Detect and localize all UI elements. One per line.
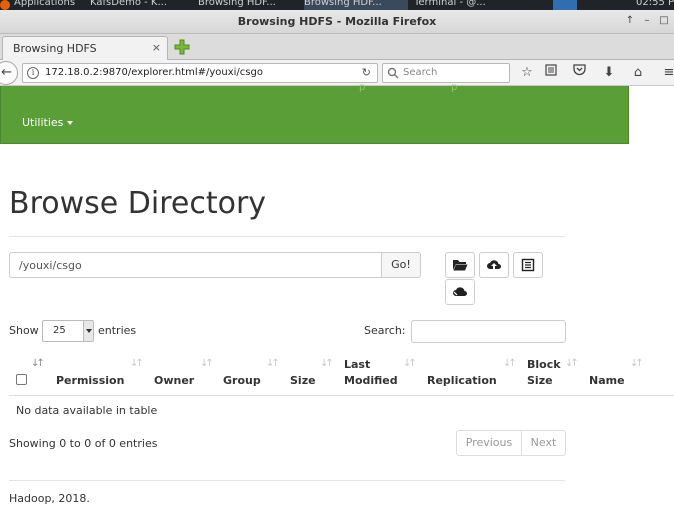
home-icon[interactable]: ⌂ (629, 64, 647, 82)
column-size[interactable]: Size (290, 373, 316, 389)
maximize-icon[interactable]: □ (656, 14, 672, 28)
select-all-checkbox[interactable] (16, 374, 27, 385)
page-size-select[interactable]: 25 (42, 320, 94, 342)
taskbar-item-kafsdemo[interactable]: KafsDemo - K... (90, 0, 190, 10)
sort-icon-owner: ↓↑ (200, 358, 214, 369)
hadoop-navbar: p p Utilities (0, 82, 629, 144)
go-button[interactable]: Go! (381, 252, 421, 278)
create-directory-button[interactable] (445, 252, 475, 278)
search-bar[interactable]: Search (382, 63, 510, 83)
previous-page-button[interactable]: Previous (456, 430, 522, 456)
table-search-input[interactable] (411, 320, 566, 343)
directory-path-value: /youxi/csgo (19, 259, 82, 272)
close-tab-icon[interactable]: × (152, 41, 161, 54)
caret-down-icon (67, 121, 74, 125)
navbar-faint-fragment-1: p (359, 82, 366, 93)
tab-label: Browsing HDFS (13, 42, 97, 55)
taskbar-item-terminal[interactable]: Terminal - @... (414, 0, 514, 10)
window-titlebar: Browsing HDFS - Mozilla Firefox ↑ – □ (0, 10, 674, 34)
url-text: 172.18.0.2:9870/explorer.html#/youxi/csg… (45, 67, 263, 78)
column-name[interactable]: Name (589, 373, 625, 389)
column-owner[interactable]: Owner (154, 373, 194, 389)
search-placeholder: Search (403, 67, 438, 78)
download-arrow-icon[interactable]: ⬇ (600, 64, 618, 82)
column-last-modified-line1[interactable]: Last (344, 357, 370, 373)
window-title: Browsing HDFS - Mozilla Firefox (237, 15, 437, 28)
column-group[interactable]: Group (223, 373, 261, 389)
select-arrow-icon (83, 321, 93, 341)
sort-icon-block-size: ↓↑ (565, 358, 579, 369)
sort-icon-permission: ↓↑ (130, 358, 144, 369)
desktop-taskbar: Applications KafsDemo - K... Browsing HD… (0, 0, 674, 10)
page-size-value: 25 (53, 325, 66, 336)
column-block-size-line1[interactable]: Block (527, 357, 561, 373)
site-info-icon[interactable]: i (27, 67, 39, 79)
taskbar-item-browsing-1[interactable]: Browsing HDF... (198, 0, 296, 10)
sort-icon-group: ↓↑ (266, 358, 280, 369)
footer-text: Hadoop, 2018. (9, 492, 90, 505)
window-controls: ↑ – □ (622, 14, 672, 28)
pocket-icon[interactable] (570, 64, 588, 82)
table-header-divider (9, 395, 674, 396)
page-title: Browse Directory (9, 186, 267, 221)
menu-hamburger-icon[interactable]: ≡ (660, 64, 674, 82)
next-page-button[interactable]: Next (521, 430, 566, 456)
sort-icon-replication: ↓↑ (503, 358, 517, 369)
bookmark-star-icon[interactable]: ☆ (518, 64, 536, 82)
firefox-icon[interactable] (0, 0, 10, 10)
taskbar-clock: 02:55 P (636, 0, 674, 8)
sort-icon-name: ↓↑ (630, 358, 644, 369)
column-replication[interactable]: Replication (427, 373, 497, 389)
reading-list-icon[interactable] (542, 64, 560, 82)
entries-label: entries (98, 324, 137, 337)
sort-icon-last-modified: ↓↑ (403, 358, 417, 369)
folder-open-icon (453, 260, 468, 271)
tab-strip: Browsing HDFS × (0, 34, 674, 60)
delete-button[interactable] (445, 279, 475, 305)
workspace-indicator[interactable] (553, 0, 577, 10)
cut-paste-button[interactable] (513, 252, 543, 278)
column-last-modified-line2[interactable]: Modified (344, 373, 398, 389)
directory-path-input[interactable]: /youxi/csgo (9, 252, 383, 278)
window-up-icon[interactable]: ↑ (622, 14, 638, 28)
new-tab-icon[interactable] (174, 39, 190, 55)
navigation-toolbar: ← i 172.18.0.2:9870/explorer.html#/youxi… (0, 60, 674, 86)
taskbar-item-browsing-2[interactable]: Browsing HDF... (304, 0, 408, 10)
cloud-trash-icon (453, 287, 467, 296)
magnifier-icon (387, 67, 399, 79)
sort-asc-icon[interactable]: ↓↑ (31, 358, 45, 369)
table-info: Showing 0 to 0 of 0 entries (9, 437, 158, 450)
minimize-icon[interactable]: – (639, 14, 655, 28)
table-search-label: Search: (364, 324, 406, 337)
list-alt-icon (521, 258, 535, 272)
utilities-menu[interactable]: Utilities (22, 116, 74, 129)
url-bar[interactable]: i 172.18.0.2:9870/explorer.html#/youxi/c… (22, 63, 378, 83)
sort-icon-size: ↓↑ (320, 358, 334, 369)
navbar-faint-fragment-2: p (451, 82, 458, 93)
empty-table-message: No data available in table (16, 404, 158, 417)
reload-icon[interactable]: ↻ (362, 66, 371, 79)
footer-divider (9, 480, 565, 481)
tab-browsing-hdfs[interactable]: Browsing HDFS × (2, 36, 168, 60)
title-divider (9, 236, 565, 237)
utilities-label: Utilities (22, 116, 64, 129)
show-label: Show (9, 324, 39, 337)
back-arrow-icon[interactable]: ← (0, 61, 18, 85)
taskbar-applications[interactable]: Applications (14, 0, 84, 10)
upload-button[interactable] (479, 252, 509, 278)
cloud-upload-icon (487, 260, 501, 270)
column-permission[interactable]: Permission (56, 373, 124, 389)
column-block-size-line2[interactable]: Size (527, 373, 553, 389)
